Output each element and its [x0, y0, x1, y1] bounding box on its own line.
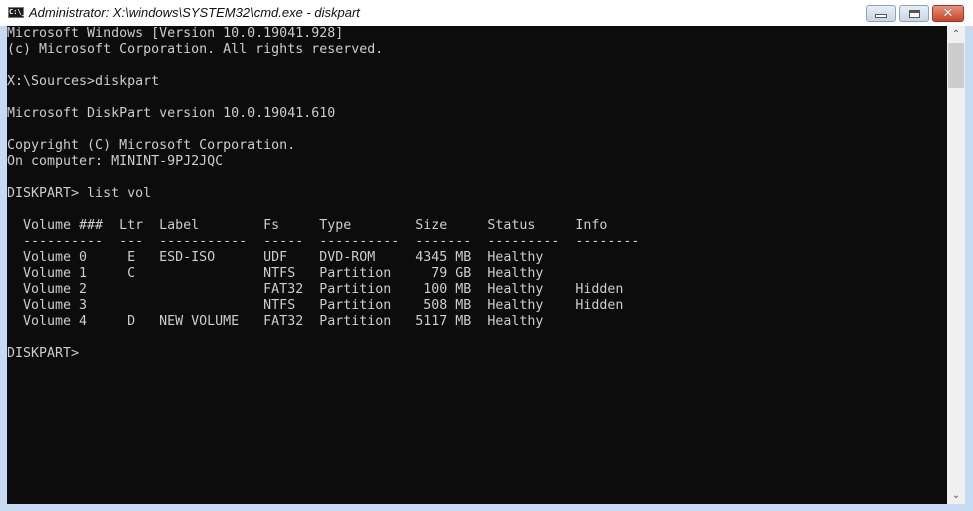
scroll-thumb[interactable] — [948, 43, 964, 88]
minimize-icon — [875, 14, 887, 18]
cmd-icon: C:\_ — [8, 7, 26, 18]
console-line: DISKPART> list vol — [7, 186, 152, 201]
scroll-up-icon[interactable]: ⌃ — [947, 26, 965, 43]
console-line: Volume 2 FAT32 Partition 100 MB Healthy … — [7, 282, 624, 297]
close-icon: ✕ — [942, 6, 954, 21]
maximize-button[interactable] — [899, 5, 929, 22]
window-title: Administrator: X:\windows\SYSTEM32\cmd.e… — [29, 5, 360, 20]
console-text: Microsoft Windows [Version 10.0.19041.92… — [7, 26, 639, 362]
title-bar[interactable]: C:\_ Administrator: X:\windows\SYSTEM32\… — [0, 0, 973, 26]
close-button[interactable]: ✕ — [932, 5, 964, 22]
console-line: Microsoft Windows [Version 10.0.19041.92… — [7, 26, 344, 41]
minimize-button[interactable] — [866, 5, 896, 22]
console-line: ---------- --- ----------- ----- -------… — [7, 234, 640, 249]
console-line: DISKPART> — [7, 346, 88, 361]
console-line: Volume 4 D NEW VOLUME FAT32 Partition 51… — [7, 314, 544, 329]
console-line: Volume 1 C NTFS Partition 79 GB Healthy — [7, 266, 544, 281]
console-output[interactable]: Microsoft Windows [Version 10.0.19041.92… — [7, 26, 947, 504]
scroll-down-icon[interactable]: ⌄ — [947, 487, 965, 504]
console-line: (c) Microsoft Corporation. All rights re… — [7, 42, 384, 57]
console-line: X:\Sources>diskpart — [7, 74, 160, 89]
cmd-window: C:\_ Administrator: X:\windows\SYSTEM32\… — [0, 0, 973, 511]
console-line: Copyright (C) Microsoft Corporation. — [7, 138, 296, 153]
vertical-scrollbar[interactable]: ⌃ ⌄ — [947, 26, 965, 504]
console-line: Volume ### Ltr Label Fs Type Size Status… — [7, 218, 608, 233]
console-line: On computer: MININT-9PJ2JQC — [7, 154, 224, 169]
console-line: Volume 3 NTFS Partition 508 MB Healthy H… — [7, 298, 624, 313]
console-line: Volume 0 E ESD-ISO UDF DVD-ROM 4345 MB H… — [7, 250, 544, 265]
maximize-icon — [908, 9, 920, 18]
console-line: Microsoft DiskPart version 10.0.19041.61… — [7, 106, 336, 121]
